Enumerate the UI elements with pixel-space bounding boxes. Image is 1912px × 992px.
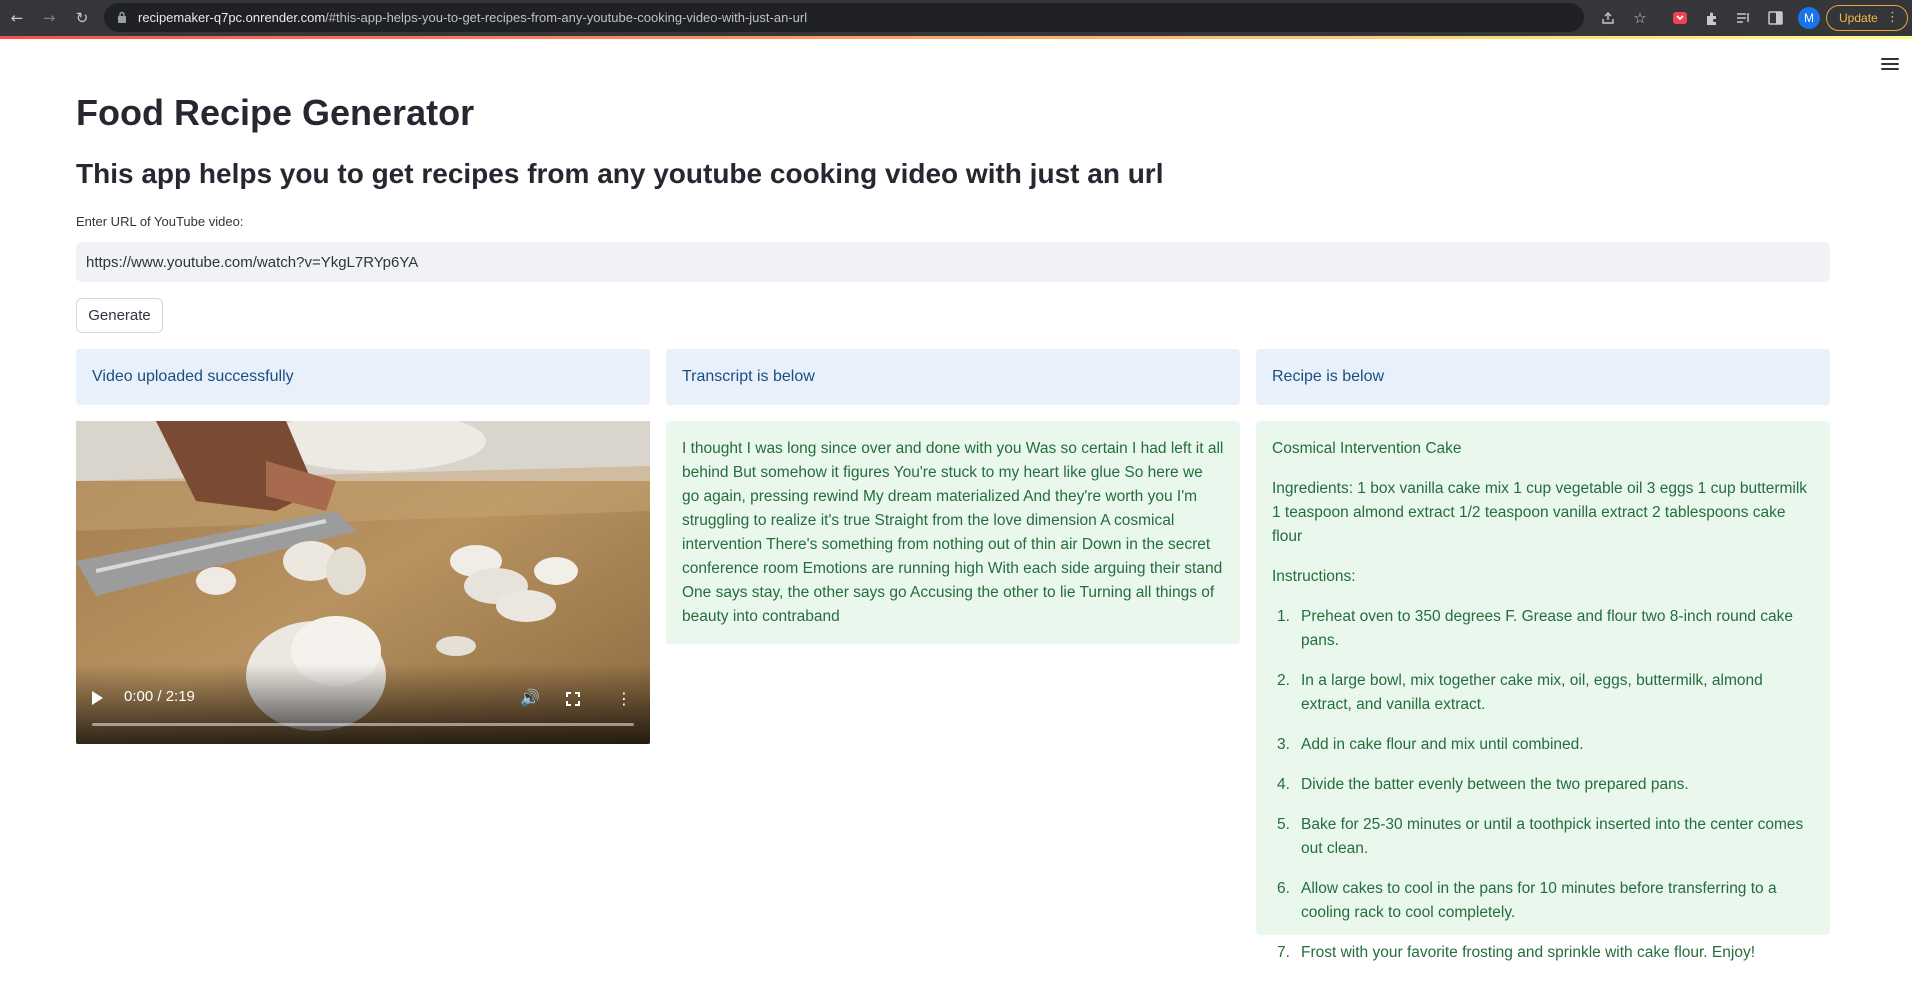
bookmark-star-icon[interactable]: ☆ xyxy=(1628,6,1652,30)
recipe-step: 2. In a large bowl, mix together cake mix… xyxy=(1277,672,1763,713)
main-menu-icon[interactable] xyxy=(1880,55,1900,73)
video-seek-bar[interactable] xyxy=(92,723,634,726)
side-panel-icon[interactable] xyxy=(1763,6,1787,30)
recipe-steps-list: 1. Preheat oven to 350 degrees F. Grease … xyxy=(1272,605,1814,965)
play-icon[interactable] xyxy=(92,691,103,705)
update-button[interactable]: Update ⋮ xyxy=(1826,5,1908,31)
transcript-text: I thought I was long since over and done… xyxy=(682,440,1224,625)
video-more-icon[interactable]: ⋮ xyxy=(616,689,632,708)
address-url[interactable]: recipemaker-q7pc.onrender.com/#this-app-… xyxy=(138,3,807,32)
recipe-header-alert: Recipe is below xyxy=(1256,349,1830,405)
lock-icon xyxy=(114,9,130,25)
transcript-header-text: Transcript is below xyxy=(682,368,815,385)
video-status-text: Video uploaded successfully xyxy=(92,368,294,385)
generate-button[interactable]: Generate xyxy=(76,298,163,333)
update-label: Update xyxy=(1839,11,1878,25)
fullscreen-icon[interactable] xyxy=(566,692,580,706)
recipe-step: 7. Frost with your favorite frosting and … xyxy=(1277,944,1756,961)
browser-toolbar: ← → ↻ recipemaker-q7pc.onrender.com/#thi… xyxy=(0,0,1912,36)
profile-avatar[interactable]: M xyxy=(1798,7,1820,29)
share-icon[interactable] xyxy=(1596,6,1620,30)
page-subtitle: This app helps you to get recipes from a… xyxy=(76,158,1164,189)
video-status-alert: Video uploaded successfully xyxy=(76,349,650,405)
recipe-step: 3. Add in cake flour and mix until combin… xyxy=(1277,736,1584,753)
reload-icon[interactable]: ↻ xyxy=(70,6,94,30)
recipe-header-text: Recipe is below xyxy=(1272,368,1385,385)
url-input-label: Enter URL of YouTube video: xyxy=(76,214,244,229)
youtube-url-input[interactable] xyxy=(76,242,1830,282)
recipe-step: 6. Allow cakes to cool in the pans for 10… xyxy=(1277,880,1777,921)
video-player[interactable]: 0:00 / 2:19 🔊 ⋮ xyxy=(76,421,650,744)
pocket-extension-icon[interactable] xyxy=(1668,6,1692,30)
extensions-puzzle-icon[interactable] xyxy=(1700,6,1724,30)
back-icon[interactable]: ← xyxy=(5,6,29,30)
address-bar[interactable]: recipemaker-q7pc.onrender.com/#this-app-… xyxy=(104,3,1584,32)
recipe-step: 5. Bake for 25-30 minutes or until a toot… xyxy=(1277,816,1804,857)
recipe-step: 4. Divide the batter evenly between the t… xyxy=(1277,776,1689,793)
forward-icon[interactable]: → xyxy=(37,6,61,30)
page-title: Food Recipe Generator xyxy=(76,92,475,133)
reading-list-icon[interactable] xyxy=(1731,6,1755,30)
recipe-ingredients: Ingredients: 1 box vanilla cake mix 1 cu… xyxy=(1272,480,1808,545)
volume-icon[interactable]: 🔊 xyxy=(520,688,540,707)
transcript-header-alert: Transcript is below xyxy=(666,349,1240,405)
recipe-step: 1. Preheat oven to 350 degrees F. Grease … xyxy=(1277,608,1793,649)
more-vert-icon: ⋮ xyxy=(1886,9,1899,24)
recipe-name: Cosmical Intervention Cake xyxy=(1272,440,1462,457)
video-controls: 0:00 / 2:19 🔊 ⋮ xyxy=(76,664,650,744)
transcript-box: I thought I was long since over and done… xyxy=(666,421,1240,644)
recipe-box: Cosmical Intervention Cake Ingredients: … xyxy=(1256,421,1830,961)
streamlit-decoration xyxy=(0,36,1912,39)
video-time: 0:00 / 2:19 xyxy=(124,688,195,705)
recipe-instructions-label: Instructions: xyxy=(1272,568,1356,585)
